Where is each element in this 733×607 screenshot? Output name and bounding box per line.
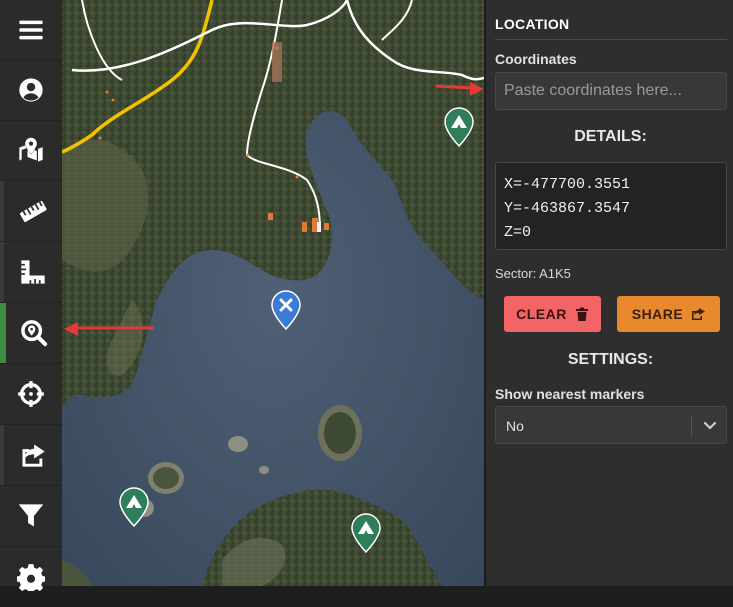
details-box: X=-477700.3551 Y=-463867.3547 Z=0 bbox=[495, 162, 727, 250]
settings-title: SETTINGS: bbox=[567, 351, 654, 368]
select-divider bbox=[691, 415, 692, 437]
details-y: Y=-463867.3547 bbox=[504, 200, 631, 217]
details-title: DETAILS: bbox=[574, 128, 647, 145]
ruler-combined-icon bbox=[21, 260, 45, 284]
share-square-icon bbox=[692, 308, 706, 320]
sector-text: Sector: A1K5 bbox=[495, 266, 571, 281]
ruler-button[interactable] bbox=[0, 181, 62, 241]
divider bbox=[495, 39, 727, 40]
settings-button[interactable] bbox=[0, 547, 62, 607]
share-button-sidebar[interactable] bbox=[0, 425, 62, 485]
selected-location-marker[interactable] bbox=[271, 290, 301, 330]
trash-icon bbox=[575, 307, 588, 321]
clear-button[interactable]: CLEAR bbox=[504, 296, 601, 332]
user-circle-icon bbox=[19, 78, 43, 102]
nearest-markers-label: Show nearest markers bbox=[495, 386, 645, 402]
filter-icon bbox=[18, 504, 44, 527]
details-z: Z=0 bbox=[504, 224, 532, 241]
share-button-label: SHARE bbox=[631, 306, 684, 322]
panel-title: LOCATION bbox=[495, 16, 570, 32]
left-toolbar bbox=[0, 0, 62, 591]
ruler-icon bbox=[19, 200, 47, 223]
details-x: X=-477700.3551 bbox=[504, 176, 631, 193]
cog-icon bbox=[17, 564, 45, 591]
filter-button[interactable] bbox=[0, 486, 62, 546]
map-marked-icon bbox=[19, 137, 43, 162]
satellite-map[interactable] bbox=[62, 0, 484, 586]
crosshairs-icon bbox=[18, 381, 44, 407]
hamburger-icon bbox=[19, 20, 43, 40]
coordinates-label: Coordinates bbox=[495, 51, 577, 67]
clear-button-label: CLEAR bbox=[516, 306, 567, 322]
camp-marker[interactable] bbox=[119, 487, 149, 527]
share-square-icon bbox=[22, 444, 45, 467]
map-button[interactable] bbox=[0, 120, 62, 180]
camp-marker[interactable] bbox=[351, 513, 381, 553]
menu-button[interactable] bbox=[0, 0, 62, 60]
annotation-arrow-right bbox=[435, 82, 484, 96]
nearest-markers-select[interactable]: No bbox=[495, 406, 727, 444]
nearest-markers-value: No bbox=[506, 418, 524, 434]
annotation-arrow-left bbox=[64, 322, 154, 336]
coordinates-input[interactable] bbox=[495, 72, 727, 110]
location-panel: LOCATION Coordinates DETAILS: X=-477700.… bbox=[484, 0, 733, 586]
location-search-button[interactable] bbox=[0, 303, 62, 363]
crosshairs-button[interactable] bbox=[0, 364, 62, 424]
chevron-down-icon bbox=[703, 421, 717, 430]
account-button[interactable] bbox=[0, 60, 62, 120]
share-button[interactable]: SHARE bbox=[617, 296, 720, 332]
camp-marker[interactable] bbox=[444, 107, 474, 147]
ruler-combined-button[interactable] bbox=[0, 242, 62, 302]
search-location-icon bbox=[21, 320, 48, 347]
